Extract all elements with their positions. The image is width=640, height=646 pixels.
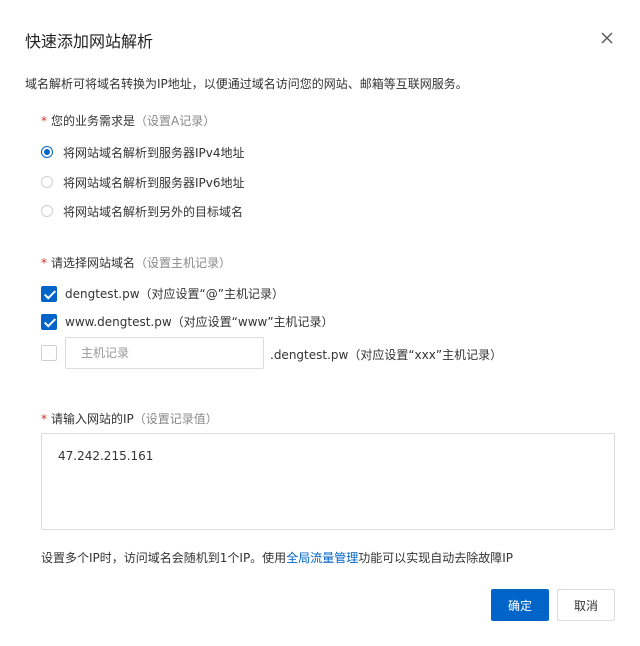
quick-add-resolution-dialog: 快速添加网站解析 域名解析可将域名转换为IP地址，以便通过域名访问您的网站、邮箱… — [0, 0, 640, 646]
radio-option-label: 将网站域名解析到服务器IPv4地址 — [63, 145, 245, 160]
domain-select-text: 请选择网站域名 — [51, 256, 136, 270]
radio-option-label: 将网站域名解析到服务器IPv6地址 — [63, 175, 245, 190]
radio-button[interactable] — [41, 205, 53, 217]
cancel-button[interactable]: 取消 — [557, 589, 615, 621]
domain-option-label: dengtest.pw（对应设置“@”主机记录） — [65, 287, 284, 301]
confirm-button[interactable]: 确定 — [491, 589, 549, 621]
ip-label-text: 请输入网站的IP — [51, 412, 134, 426]
domain-option-label: www.dengtest.pw（对应设置“www”主机记录） — [65, 315, 334, 329]
close-icon[interactable] — [597, 28, 617, 48]
host-record-input[interactable] — [65, 337, 264, 369]
radio-option-ipv4[interactable]: 将网站域名解析到服务器IPv4地址 — [41, 143, 245, 161]
domain-option-root[interactable]: dengtest.pw（对应设置“@”主机记录） — [41, 285, 284, 302]
tip-text-after: 功能可以实现自动去除故障IP — [358, 551, 513, 565]
radio-option-target-domain[interactable]: 将网站域名解析到另外的目标域名 — [41, 202, 243, 220]
business-need-label: * 您的业务需求是（设置A记录） — [41, 112, 215, 129]
dialog-title: 快速添加网站解析 — [25, 32, 154, 51]
radio-button[interactable] — [41, 146, 53, 158]
domain-option-www[interactable]: www.dengtest.pw（对应设置“www”主机记录） — [41, 313, 334, 330]
ip-label-hint: （设置记录值） — [133, 412, 218, 426]
global-traffic-management-link[interactable]: 全局流量管理 — [286, 551, 358, 565]
domain-option-custom[interactable] — [41, 345, 65, 361]
host-record-suffix: .dengtest.pw（对应设置“xxx”主机记录） — [270, 348, 503, 362]
checkbox[interactable] — [41, 313, 57, 330]
ip-textarea[interactable] — [41, 433, 615, 530]
dialog-description: 域名解析可将域名转换为IP地址，以便通过域名访问您的网站、邮箱等互联网服务。 — [25, 77, 468, 91]
required-mark: * — [41, 256, 47, 270]
radio-button[interactable] — [41, 176, 53, 188]
domain-select-label: * 请选择网站域名（设置主机记录） — [41, 254, 231, 271]
radio-option-label: 将网站域名解析到另外的目标域名 — [63, 204, 244, 219]
business-need-text: 您的业务需求是 — [51, 114, 136, 128]
domain-select-hint: （设置主机记录） — [135, 256, 232, 270]
multi-ip-tip: 设置多个IP时，访问域名会随机到1个IP。使用全局流量管理功能可以实现自动去除故… — [41, 549, 513, 566]
radio-option-ipv6[interactable]: 将网站域名解析到服务器IPv6地址 — [41, 173, 245, 191]
checkbox[interactable] — [41, 345, 57, 361]
required-mark: * — [41, 412, 47, 426]
checkbox[interactable] — [41, 285, 57, 302]
required-mark: * — [41, 114, 47, 128]
tip-text-before: 设置多个IP时，访问域名会随机到1个IP。使用 — [41, 551, 287, 565]
ip-label: * 请输入网站的IP（设置记录值） — [41, 410, 218, 427]
business-need-hint: （设置A记录） — [135, 114, 216, 128]
